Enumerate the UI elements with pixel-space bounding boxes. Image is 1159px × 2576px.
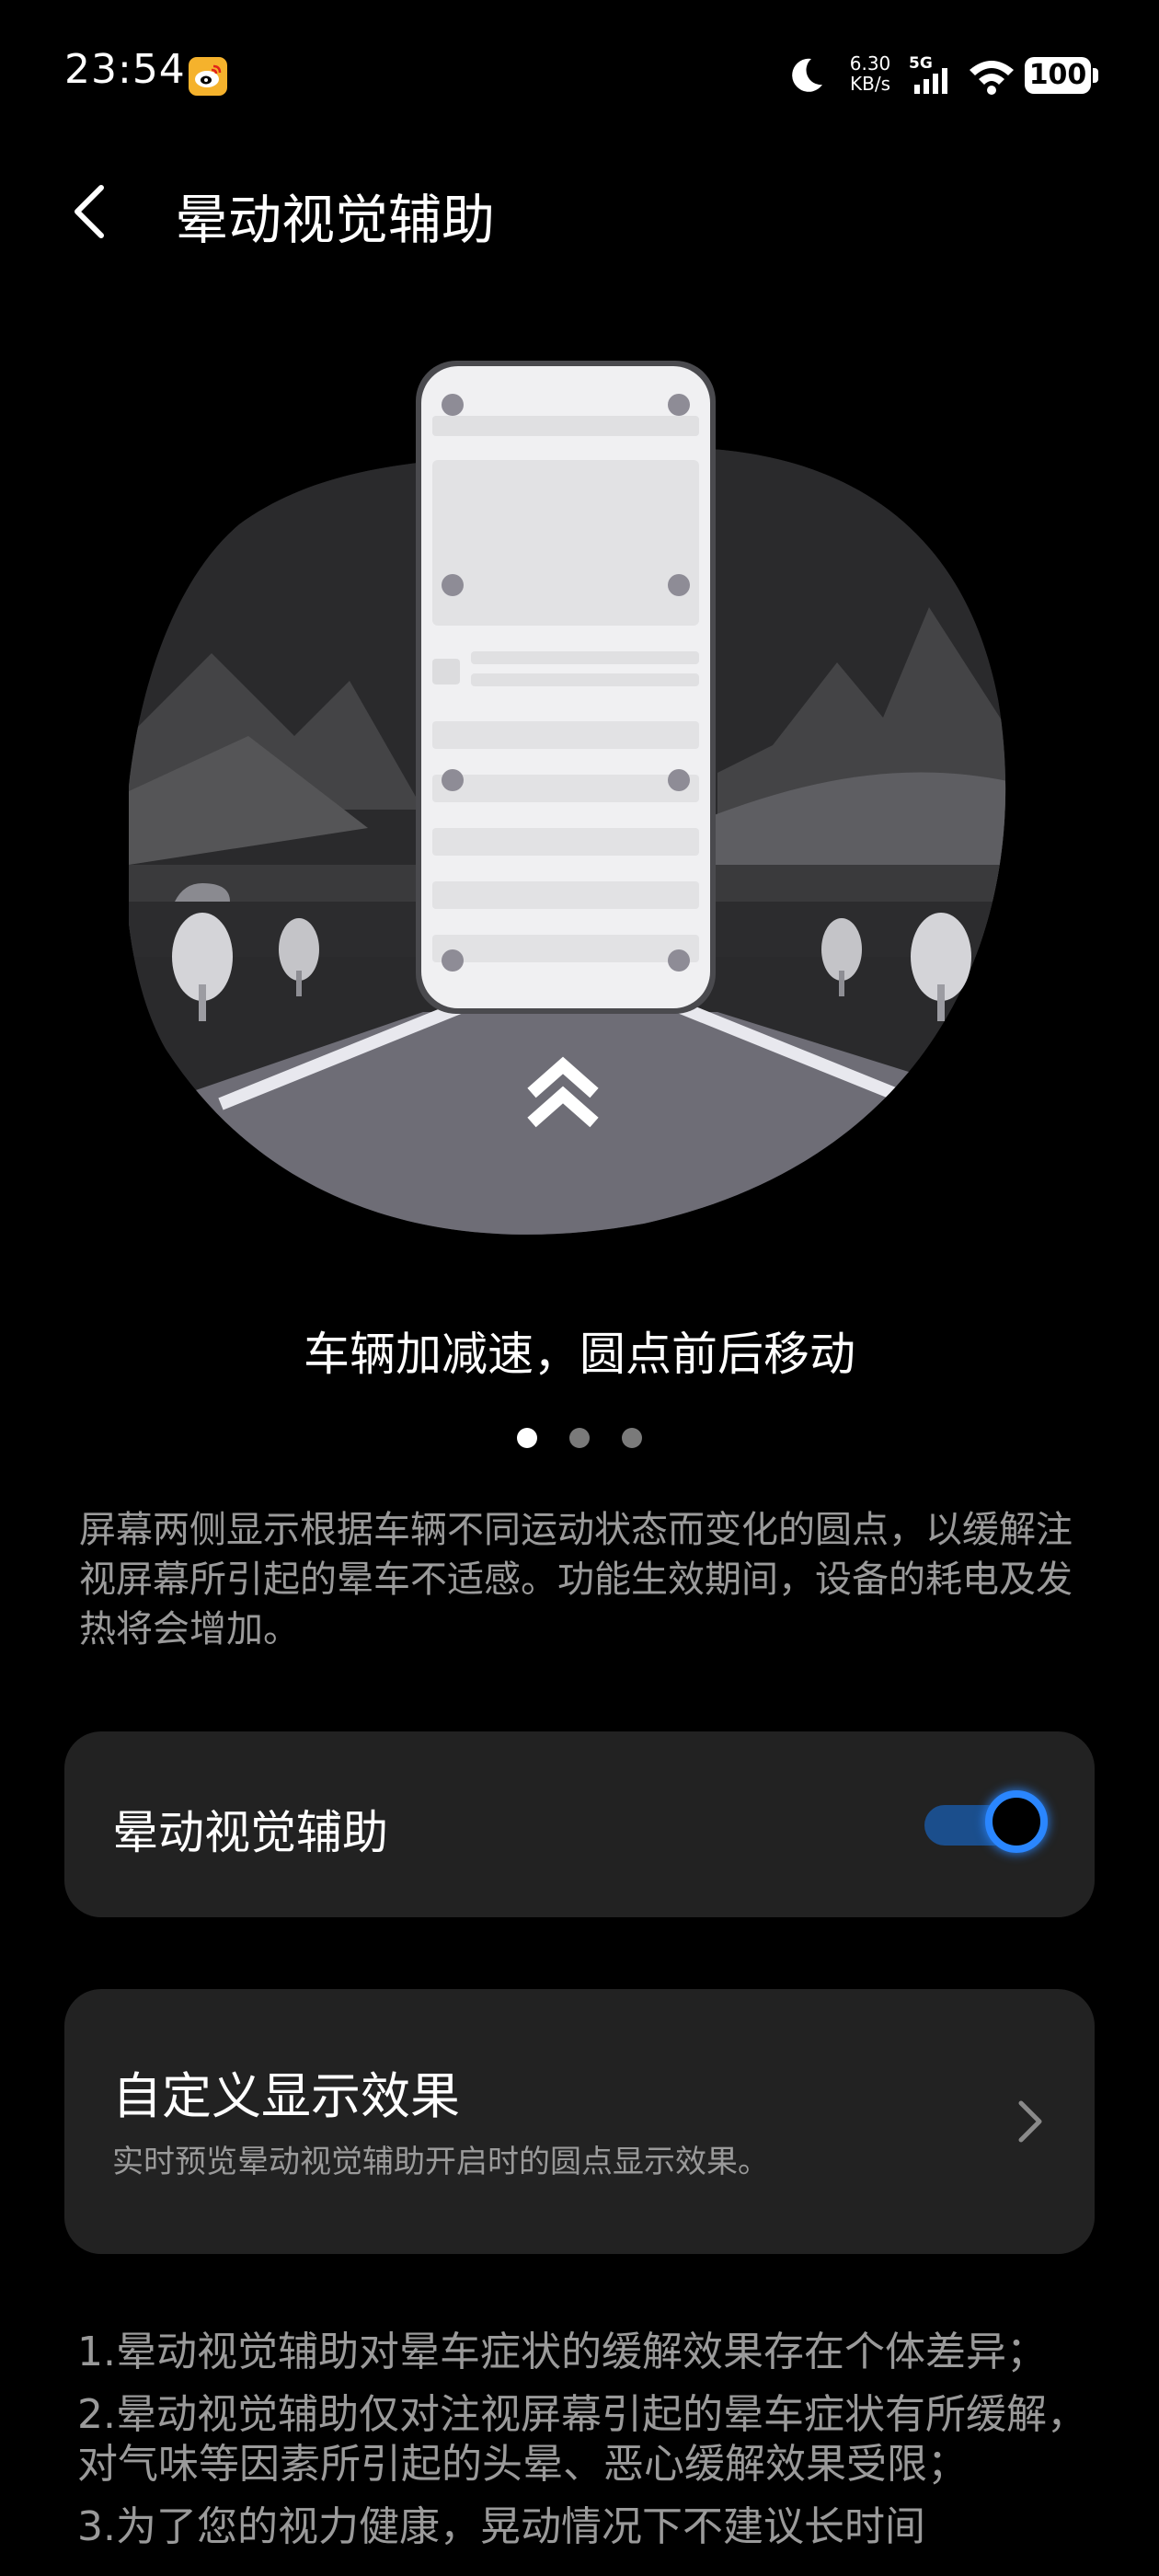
page-dot-2[interactable] bbox=[569, 1428, 590, 1448]
page-dot-3[interactable] bbox=[622, 1428, 642, 1448]
battery-indicator: 100 bbox=[1025, 57, 1091, 94]
page-title: 晕动视觉辅助 bbox=[175, 189, 496, 251]
page-dot-1[interactable] bbox=[517, 1428, 537, 1448]
custom-display-title: 自定义显示效果 bbox=[112, 2067, 460, 2125]
custom-display-card[interactable]: 自定义显示效果 实时预览晕动视觉辅助开启时的圆点显示效果。 bbox=[64, 1989, 1095, 2254]
wifi-icon bbox=[970, 61, 1014, 95]
status-time: 23:54 bbox=[64, 46, 186, 93]
note-item: 1.晕动视觉辅助对晕车症状的缓解效果存在个体差异； bbox=[77, 2329, 1047, 2375]
battery-cap bbox=[1093, 68, 1098, 83]
carousel-pagination[interactable] bbox=[0, 1428, 1159, 1455]
back-button[interactable] bbox=[64, 175, 120, 248]
chevron-right-icon bbox=[1018, 2100, 1042, 2143]
note-item: 2.晕动视觉辅助仅对注视屏幕引起的晕车症状有所缓解，对气味等因素所引起的头晕、恶… bbox=[77, 2391, 1087, 2488]
toggle-card[interactable]: 晕动视觉辅助 bbox=[64, 1731, 1095, 1917]
moon-icon bbox=[792, 58, 822, 92]
notes-list: 1.晕动视觉辅助对晕车症状的缓解效果存在个体差异； 2.晕动视觉辅助仅对注视屏幕… bbox=[77, 2328, 1098, 2565]
network-type-label: 5G bbox=[909, 54, 933, 73]
feature-description: 屏幕两侧显示根据车辆不同运动状态而变化的圆点，以缓解注视屏幕所引起的晕车不适感。… bbox=[79, 1509, 1073, 1650]
status-bar: 23:54 6.30 KB/s 5G 100 bbox=[0, 0, 1159, 147]
motion-assist-switch[interactable] bbox=[924, 1790, 1048, 1853]
custom-display-subtitle: 实时预览晕动视觉辅助开启时的圆点显示效果。 bbox=[112, 2144, 769, 2180]
signal-5g-icon: 5G bbox=[909, 54, 947, 94]
note-item: 3.为了您的视力健康，晃动情况下不建议长时间 bbox=[77, 2503, 925, 2550]
motion-illustration bbox=[129, 361, 1006, 1235]
toggle-label: 晕动视觉辅助 bbox=[112, 1806, 388, 1859]
weibo-icon bbox=[189, 57, 227, 96]
switch-thumb bbox=[985, 1790, 1048, 1853]
carousel-caption: 车辆加减速，圆点前后移动 bbox=[304, 1328, 855, 1381]
net-speed: 6.30 KB/s bbox=[849, 52, 891, 95]
phone-mock bbox=[416, 361, 716, 1014]
